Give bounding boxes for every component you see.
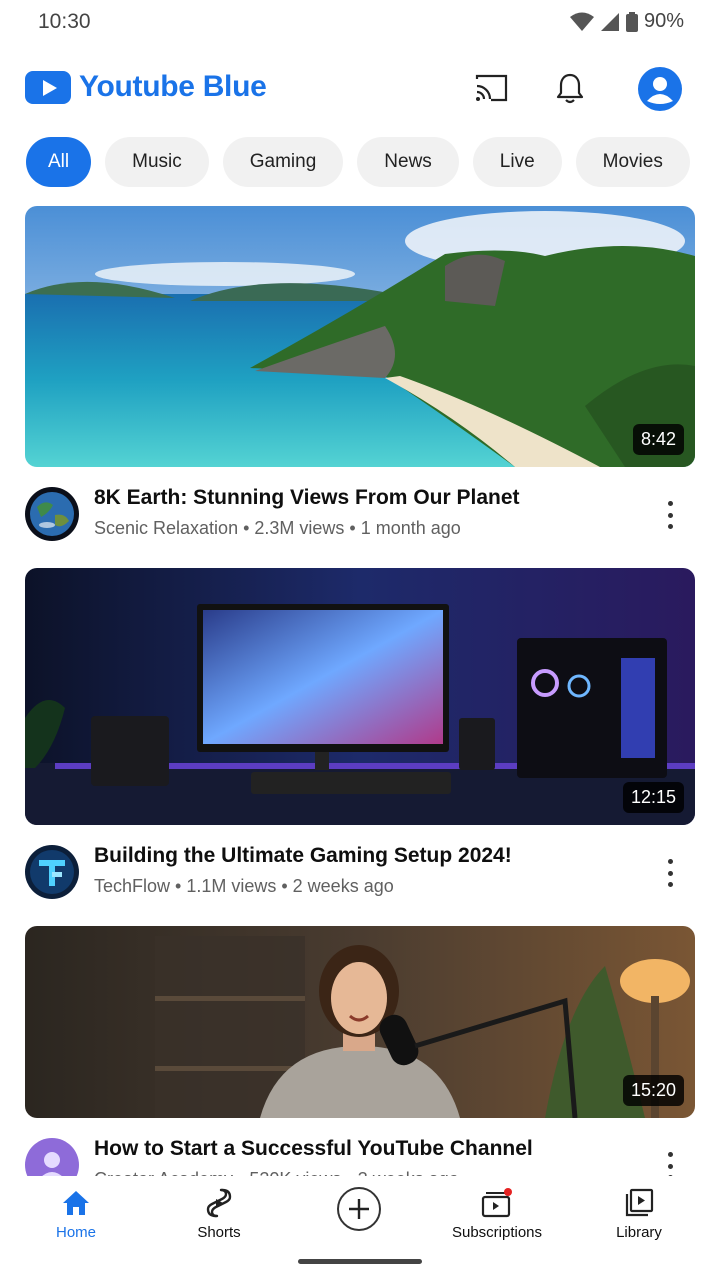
play-logo-icon[interactable] (25, 71, 71, 104)
earth-avatar-icon (25, 487, 79, 541)
user-icon (647, 77, 673, 104)
video-subtitle: TechFlow • 1.1M views • 2 weeks ago (94, 876, 394, 896)
status-icons: 90% (569, 10, 684, 33)
video-duration: 12:15 (622, 782, 684, 813)
nav-library[interactable]: Library (579, 1186, 699, 1241)
filter-chips: All Music Gaming News Live Movies (26, 137, 690, 187)
bottom-navigation: Home Shorts Subscriptions Library (0, 1176, 720, 1280)
nav-home-label: Home (55, 1224, 96, 1241)
video-thumbnail[interactable]: 15:20 (25, 926, 695, 1118)
nav-library-label: Library (616, 1224, 662, 1241)
chip-live[interactable]: Live (472, 137, 562, 187)
chip-news[interactable]: News (357, 137, 459, 187)
channel-avatar[interactable] (25, 487, 79, 541)
nav-shorts[interactable]: Shorts (159, 1186, 279, 1241)
status-time: 10:30 (38, 10, 91, 33)
signal-icon (600, 12, 619, 31)
video-duration: 15:20 (622, 1075, 684, 1106)
chip-all[interactable]: All (26, 137, 92, 187)
channel-avatar[interactable] (25, 845, 79, 899)
wifi-icon (569, 12, 594, 31)
app-title[interactable]: Youtube Blue (79, 70, 267, 104)
app-header: Youtube Blue (0, 58, 720, 122)
podcast-thumbnail-image (25, 926, 695, 1118)
account-avatar[interactable] (638, 67, 682, 111)
nav-home[interactable]: Home (16, 1186, 136, 1241)
battery-icon (625, 11, 638, 32)
chip-movies[interactable]: Movies (575, 137, 690, 187)
battery-level: 90% (643, 10, 684, 32)
cast-button[interactable] (471, 68, 511, 108)
notifications-button[interactable] (550, 68, 590, 108)
video-thumbnail[interactable]: 12:15 (25, 568, 695, 825)
bell-icon (556, 73, 584, 104)
more-options-icon[interactable] (665, 859, 675, 887)
video-meta: 8K Earth: Stunning Views From Our Planet… (25, 467, 695, 547)
create-button[interactable] (337, 1187, 381, 1231)
shorts-icon (206, 1188, 232, 1218)
nav-shorts-label: Shorts (197, 1224, 241, 1241)
nav-subscriptions-label: Subscriptions (451, 1224, 543, 1241)
video-meta: Building the Ultimate Gaming Setup 2024!… (25, 825, 695, 905)
video-card: 15:20 How to Start a Successful YouTube … (25, 926, 695, 1198)
video-title[interactable]: 8K Earth: Stunning Views From Our Planet (94, 486, 520, 510)
chip-music[interactable]: Music (105, 137, 209, 187)
video-duration: 8:42 (632, 424, 684, 455)
subscriptions-icon (481, 1188, 512, 1218)
techflow-logo-icon (25, 845, 79, 899)
video-subtitle: Scenic Relaxation • 2.3M views • 1 month… (94, 518, 461, 538)
plus-icon (349, 1199, 369, 1219)
home-icon (63, 1191, 89, 1215)
video-title[interactable]: Building the Ultimate Gaming Setup 2024! (94, 844, 512, 868)
nav-subscriptions[interactable]: Subscriptions (437, 1186, 557, 1241)
cast-icon (475, 74, 508, 102)
more-options-icon[interactable] (665, 501, 675, 529)
status-bar: 10:30 90% (0, 0, 720, 44)
gesture-home-bar[interactable] (298, 1259, 422, 1264)
video-title[interactable]: How to Start a Successful YouTube Channe… (94, 1137, 533, 1161)
beach-thumbnail-image (25, 206, 695, 467)
library-icon (625, 1188, 654, 1217)
video-card: 12:15 Building the Ultimate Gaming Setup… (25, 568, 695, 905)
video-card: 8:42 8K Earth: Stunning Views From Our P… (25, 206, 695, 547)
video-thumbnail[interactable]: 8:42 (25, 206, 695, 467)
chip-gaming[interactable]: Gaming (222, 137, 344, 187)
gaming-setup-thumbnail-image (25, 568, 695, 825)
